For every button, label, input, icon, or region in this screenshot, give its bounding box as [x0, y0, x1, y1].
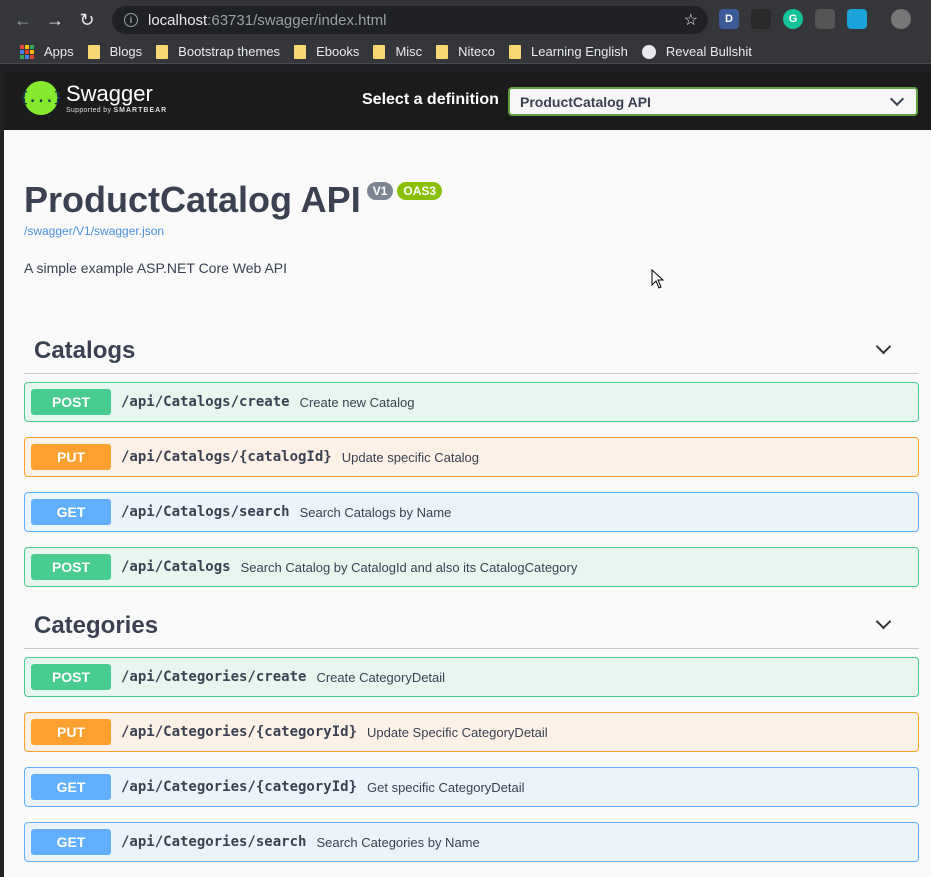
operation-summary: Update Specific CategoryDetail	[367, 724, 548, 740]
method-badge: PUT	[31, 444, 111, 470]
site-info-icon[interactable]: i	[124, 13, 138, 27]
method-badge: POST	[31, 554, 111, 580]
operation-path: /api/Catalogs/create	[121, 394, 290, 410]
chevron-down-icon[interactable]	[875, 338, 892, 355]
operation-post-row[interactable]: POST/api/Catalogs Search Catalog by Catal…	[24, 547, 919, 587]
folder-icon	[294, 44, 307, 59]
operation-post-row[interactable]: POST/api/Catalogs/create Create new Catal…	[24, 382, 919, 422]
folder-icon	[156, 44, 169, 59]
api-title: ProductCatalog API	[24, 179, 361, 220]
bookmark-apps[interactable]: Apps	[20, 44, 74, 59]
swagger-page: {...} Swagger Supported by SMARTBEAR Sel…	[4, 72, 931, 877]
chevron-down-icon	[889, 91, 905, 107]
back-arrow-icon[interactable]: ←	[10, 7, 36, 33]
supported-by-text: Supported by SMARTBEAR	[66, 106, 168, 114]
bookmark-ebooks[interactable]: Ebooks	[294, 44, 359, 59]
operation-path: /api/Categories/search	[121, 834, 307, 850]
address-bar[interactable]: i localhost:63731/swagger/index.html ☆	[112, 6, 708, 34]
tag-header-catalogs[interactable]: Catalogs	[24, 328, 919, 374]
bookmarks-bar: Apps Blogs Bootstrap themes Ebooks Misc Nitec…	[0, 40, 931, 64]
globe-icon	[641, 44, 656, 59]
bookmark-label: Bootstrap themes	[178, 44, 281, 59]
operation-summary: Update specific Catalog	[341, 449, 480, 465]
bookmark-label: Ebooks	[316, 44, 360, 59]
tag-header-categories[interactable]: Categories	[24, 603, 919, 649]
swagger-topbar: {...} Swagger Supported by SMARTBEAR Sel…	[4, 72, 931, 130]
operation-summary: Get specific CategoryDetail	[367, 779, 525, 795]
operation-post-row[interactable]: POST/api/Categories/create Create Categor…	[24, 657, 919, 697]
bookmark-label: Learning English	[531, 44, 628, 59]
swagger-logo[interactable]: {...} Swagger Supported by SMARTBEAR	[20, 80, 168, 115]
operation-path: /api/Catalogs/{catalogId}	[121, 449, 332, 465]
oas-badge: OAS3	[397, 182, 443, 200]
url-host: localhost	[148, 11, 208, 29]
swagger-logo-icon: {...}	[20, 81, 62, 115]
url-text: localhost:63731/swagger/index.html	[148, 12, 386, 29]
bookmark-bootstrap-themes[interactable]: Bootstrap themes	[156, 44, 280, 59]
operation-put-row[interactable]: PUT/api/Catalogs/{catalogId} Update speci…	[24, 437, 919, 477]
operation-summary: Create CategoryDetail	[316, 669, 446, 685]
api-info: ProductCatalog API V1 OAS3 /swagger/V1/s…	[24, 179, 443, 276]
blue-extension-icon[interactable]	[847, 9, 867, 29]
bookmark-label: Reveal Bullshit	[665, 44, 752, 59]
url-path: :63731/swagger/index.html	[207, 11, 387, 29]
folder-icon	[87, 44, 100, 59]
d-extension-icon[interactable]: D	[719, 9, 739, 29]
operation-get-row[interactable]: GET/api/Categories/{categoryId} Get speci…	[24, 767, 919, 807]
reload-icon[interactable]: ↻	[74, 7, 100, 33]
operation-summary: Search Categories by Name	[316, 834, 480, 850]
bookmark-label: Misc	[395, 44, 423, 59]
swagger-json-link[interactable]: /swagger/V1/swagger.json	[24, 224, 442, 238]
definition-select[interactable]: ProductCatalog API	[508, 87, 918, 116]
operation-path: /api/Catalogs	[121, 559, 231, 575]
browser-toolbar: ← → ↻ i localhost:63731/swagger/index.ht…	[0, 0, 931, 40]
operation-path: /api/Categories/create	[121, 669, 307, 685]
profile-avatar-icon[interactable]	[891, 9, 911, 29]
folder-icon	[509, 44, 522, 59]
bulb-extension-icon[interactable]	[815, 9, 835, 29]
method-badge: PUT	[31, 719, 111, 745]
bookmark-misc[interactable]: Misc	[373, 44, 422, 59]
bookmark-blogs[interactable]: Blogs	[87, 44, 143, 59]
operation-put-row[interactable]: PUT/api/Categories/{categoryId} Update Sp…	[24, 712, 919, 752]
bookmark-reveal-bullshit[interactable]: Reveal Bullshit	[641, 44, 752, 59]
operation-summary: Create new Catalog	[299, 394, 415, 410]
select-definition-label: Select a definition	[362, 91, 499, 108]
operation-path: /api/Categories/{categoryId}	[121, 779, 358, 795]
version-badge: V1	[366, 182, 394, 200]
method-badge: GET	[31, 774, 111, 800]
chevron-down-icon[interactable]	[875, 613, 892, 630]
operation-get-row[interactable]: GET/api/Categories/search Search Categori…	[24, 822, 919, 862]
bookmark-star-icon[interactable]: ☆	[684, 10, 698, 30]
bookmark-label: Apps	[44, 44, 74, 59]
apps-grid-icon	[20, 44, 34, 59]
tag-name: Catalogs	[34, 336, 136, 364]
swagger-brand: Swagger	[66, 80, 153, 106]
method-badge: POST	[31, 389, 111, 415]
bookmark-niteco[interactable]: Niteco	[436, 44, 495, 59]
operation-path: /api/Catalogs/search	[121, 504, 290, 520]
method-badge: POST	[31, 664, 111, 690]
bookmark-label: Niteco	[458, 44, 496, 59]
tag-name: Categories	[34, 611, 159, 639]
mouse-cursor-icon	[651, 269, 665, 289]
operation-get-row[interactable]: GET/api/Catalogs/search Search Catalogs b…	[24, 492, 919, 532]
folder-icon	[373, 44, 386, 59]
bookmark-label: Blogs	[109, 44, 143, 59]
definition-selected-value: ProductCatalog API	[520, 93, 651, 110]
folder-icon	[436, 44, 449, 59]
method-badge: GET	[31, 499, 111, 525]
grammarly-icon[interactable]: G	[783, 9, 803, 29]
tag-section-categories: Categories POST/api/Categories/create Crea…	[24, 603, 919, 862]
operation-summary: Search Catalog by CatalogId and also its…	[240, 559, 578, 575]
method-badge: GET	[31, 829, 111, 855]
tag-section-catalogs: Catalogs POST/api/Catalogs/create Create n…	[24, 328, 919, 587]
dark-extension-icon[interactable]	[751, 9, 771, 29]
forward-arrow-icon[interactable]: →	[42, 7, 68, 33]
operation-summary: Search Catalogs by Name	[299, 504, 452, 520]
api-description: A simple example ASP.NET Core Web API	[24, 260, 288, 276]
operation-path: /api/Categories/{categoryId}	[121, 724, 358, 740]
bookmark-learning-english[interactable]: Learning English	[509, 44, 628, 59]
